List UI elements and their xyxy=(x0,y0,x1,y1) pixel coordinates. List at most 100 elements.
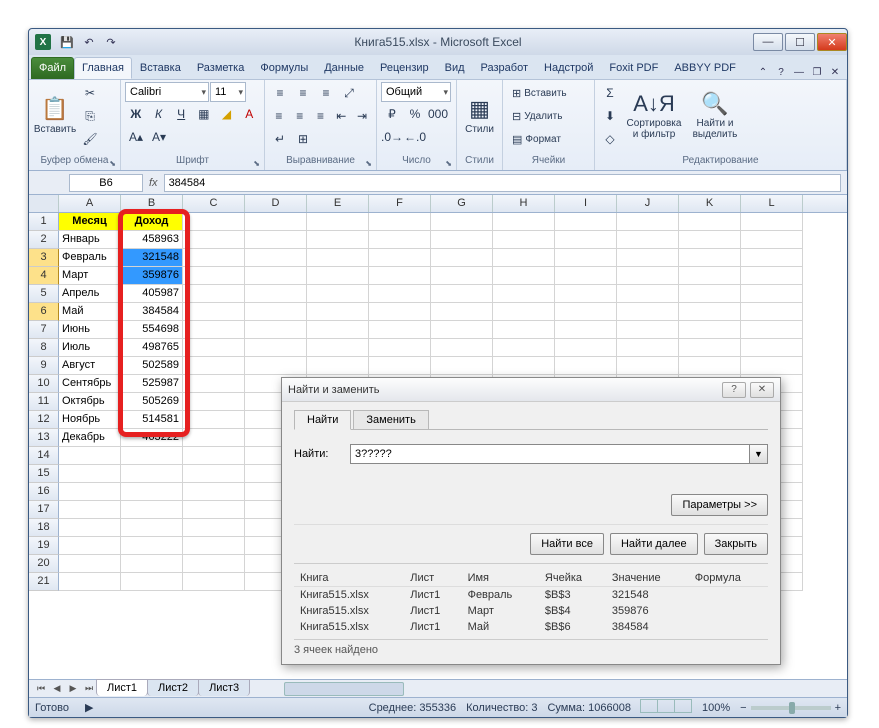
cell[interactable] xyxy=(183,213,245,231)
cell[interactable] xyxy=(555,213,617,231)
cell[interactable] xyxy=(741,357,803,375)
row-header[interactable]: 14 xyxy=(29,447,59,465)
find-input[interactable] xyxy=(350,444,750,464)
cell[interactable] xyxy=(307,267,369,285)
cell[interactable] xyxy=(431,321,493,339)
cell[interactable]: Февраль xyxy=(59,249,121,267)
align-bottom-button[interactable]: ≡ xyxy=(315,82,337,104)
row-header[interactable]: 18 xyxy=(29,519,59,537)
minimize-button[interactable]: — xyxy=(753,33,783,51)
cell[interactable] xyxy=(183,231,245,249)
cell[interactable] xyxy=(679,231,741,249)
mdi-minimize-icon[interactable]: — xyxy=(791,65,807,79)
sheet-tab-2[interactable]: Лист2 xyxy=(147,679,199,696)
cell[interactable] xyxy=(245,357,307,375)
cell[interactable]: 463222 xyxy=(121,429,183,447)
row-header[interactable]: 9 xyxy=(29,357,59,375)
cell[interactable]: 384584 xyxy=(121,303,183,321)
cell[interactable]: Октябрь xyxy=(59,393,121,411)
col-cell[interactable]: Ячейка xyxy=(539,570,606,587)
row-header[interactable]: 15 xyxy=(29,465,59,483)
cell[interactable] xyxy=(59,555,121,573)
cell[interactable] xyxy=(59,519,121,537)
formula-input[interactable] xyxy=(164,174,841,192)
cell[interactable] xyxy=(617,231,679,249)
result-row[interactable]: Книга515.xlsxЛист1Февраль$B$3321548 xyxy=(294,587,768,604)
cell[interactable] xyxy=(369,321,431,339)
tab-home[interactable]: Главная xyxy=(74,57,132,79)
row-header[interactable]: 21 xyxy=(29,573,59,591)
cell[interactable] xyxy=(617,249,679,267)
cell[interactable] xyxy=(245,213,307,231)
cell[interactable] xyxy=(741,321,803,339)
cell[interactable] xyxy=(493,339,555,357)
cell[interactable] xyxy=(183,465,245,483)
fx-icon[interactable]: fx xyxy=(149,177,158,189)
cell[interactable]: 505269 xyxy=(121,393,183,411)
cell[interactable] xyxy=(679,267,741,285)
cell[interactable] xyxy=(59,447,121,465)
cell[interactable]: 405987 xyxy=(121,285,183,303)
view-buttons[interactable] xyxy=(641,699,692,716)
column-header-G[interactable]: G xyxy=(431,195,493,212)
cell[interactable] xyxy=(183,411,245,429)
cell[interactable] xyxy=(183,447,245,465)
col-formula[interactable]: Формула xyxy=(689,570,768,587)
cell[interactable] xyxy=(493,267,555,285)
cell[interactable] xyxy=(59,573,121,591)
cell[interactable]: Август xyxy=(59,357,121,375)
row-header[interactable]: 19 xyxy=(29,537,59,555)
cell[interactable]: 554698 xyxy=(121,321,183,339)
cell[interactable] xyxy=(431,231,493,249)
column-header-A[interactable]: A xyxy=(59,195,121,212)
close-dialog-button[interactable]: Закрыть xyxy=(704,533,768,555)
select-all-corner[interactable] xyxy=(29,195,59,212)
col-value[interactable]: Значение xyxy=(606,570,689,587)
row-header[interactable]: 3 xyxy=(29,249,59,267)
cell[interactable] xyxy=(307,231,369,249)
cell[interactable] xyxy=(741,303,803,321)
cell[interactable] xyxy=(59,537,121,555)
cell[interactable] xyxy=(741,267,803,285)
format-painter-button[interactable]: 🖌 xyxy=(79,128,101,150)
percent-button[interactable]: % xyxy=(404,103,426,125)
cell[interactable] xyxy=(555,267,617,285)
cell[interactable] xyxy=(183,537,245,555)
bold-button[interactable]: Ж xyxy=(125,103,147,125)
align-right-button[interactable]: ≡ xyxy=(311,105,331,127)
redo-button[interactable]: ↷ xyxy=(101,32,121,52)
merge-button[interactable]: ⊞ xyxy=(292,128,314,150)
result-row[interactable]: Книга515.xlsxЛист1Март$B$4359876 xyxy=(294,603,768,619)
cell[interactable]: Декабрь xyxy=(59,429,121,447)
column-header-C[interactable]: C xyxy=(183,195,245,212)
cell[interactable] xyxy=(121,519,183,537)
sort-filter-button[interactable]: А↓ЯСортировка и фильтр xyxy=(623,82,685,150)
italic-button[interactable]: К xyxy=(148,103,170,125)
find-select-button[interactable]: 🔍Найти и выделить xyxy=(687,82,743,150)
comma-button[interactable]: 000 xyxy=(427,103,449,125)
cell[interactable] xyxy=(121,555,183,573)
tab-layout[interactable]: Разметка xyxy=(189,57,253,79)
cell[interactable] xyxy=(121,537,183,555)
zoom-slider[interactable]: − + xyxy=(740,702,841,714)
cell[interactable] xyxy=(183,321,245,339)
font-size-combo[interactable]: 11 xyxy=(210,82,246,102)
dialog-tab-find[interactable]: Найти xyxy=(294,410,351,430)
cell[interactable]: Январь xyxy=(59,231,121,249)
shrink-font-button[interactable]: A▾ xyxy=(148,126,170,148)
number-format-combo[interactable]: Общий xyxy=(381,82,451,102)
border-button[interactable]: ▦ xyxy=(193,103,215,125)
cell[interactable] xyxy=(555,321,617,339)
cell[interactable] xyxy=(307,303,369,321)
cell[interactable] xyxy=(245,249,307,267)
cell[interactable] xyxy=(493,213,555,231)
column-header-D[interactable]: D xyxy=(245,195,307,212)
column-header-F[interactable]: F xyxy=(369,195,431,212)
row-header[interactable]: 4 xyxy=(29,267,59,285)
cell[interactable] xyxy=(183,303,245,321)
maximize-button[interactable]: ☐ xyxy=(785,33,815,51)
cell[interactable] xyxy=(369,339,431,357)
cell[interactable] xyxy=(183,339,245,357)
cell[interactable] xyxy=(431,357,493,375)
grow-font-button[interactable]: A▴ xyxy=(125,126,147,148)
